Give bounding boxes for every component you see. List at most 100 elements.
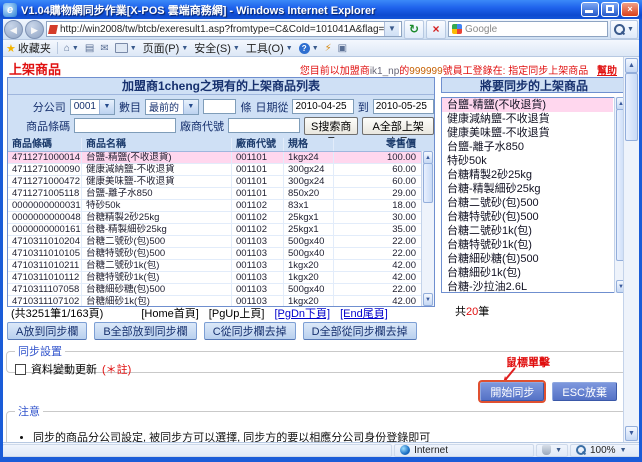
address-dropdown-icon[interactable]: ▼ bbox=[384, 22, 399, 36]
close-button[interactable]: × bbox=[621, 2, 639, 17]
table-cell: 60.00 bbox=[334, 164, 421, 175]
list-item[interactable]: 台糖-沙拉油2.6L bbox=[442, 280, 613, 293]
ie-logo-icon: e bbox=[3, 3, 17, 17]
list-item[interactable]: 台糖精製2砂25kg bbox=[442, 168, 613, 182]
table-row[interactable]: 0000000000031特砂50k00110283x118.00 bbox=[8, 200, 434, 212]
refresh-button[interactable]: ↻ bbox=[404, 20, 424, 39]
all-products-button[interactable]: A全部上架商品 bbox=[362, 117, 434, 135]
branch-select[interactable]: 0001▼ bbox=[70, 99, 115, 115]
home-button[interactable]: ⌂▼ bbox=[64, 43, 79, 54]
table-row[interactable]: 0000000000161台糖-精製細砂25kg00110225kgx135.0… bbox=[8, 224, 434, 236]
count-input[interactable] bbox=[203, 99, 237, 114]
list-item[interactable]: 台鹽-精鹽(不收退貨) bbox=[442, 98, 613, 112]
table-row[interactable]: 4710311010204台糖二號砂(包)500001103500gx4022.… bbox=[8, 236, 434, 248]
table-row[interactable]: 4711271000090健康減納鹽-不收退貨001101300gx2460.0… bbox=[8, 164, 434, 176]
table-cell: 500gx40 bbox=[284, 236, 334, 247]
help-menu[interactable]: ?▼ bbox=[299, 43, 319, 54]
record-summary: (共3251筆1/163頁) bbox=[11, 305, 103, 321]
protected-mode-indicator[interactable]: ▼ bbox=[536, 444, 568, 457]
scroll-up-icon[interactable]: ▲ bbox=[625, 58, 638, 73]
page-scrollbar[interactable]: ▲ ▼ bbox=[623, 57, 639, 442]
stop-button[interactable]: × bbox=[426, 20, 446, 39]
table-row[interactable]: 4710311010112台糖特號砂1k(包)0011031kgx2042.00 bbox=[8, 272, 434, 284]
date-from-input[interactable]: 2010-04-25 bbox=[292, 99, 353, 114]
help-link[interactable]: 幫助 bbox=[597, 66, 617, 77]
list-item[interactable]: 台糖特號砂(包)500 bbox=[442, 210, 613, 224]
mail-button[interactable]: ✉ bbox=[100, 43, 108, 54]
count-select[interactable]: 最前的▼ bbox=[145, 99, 199, 115]
page-menu[interactable]: 页面(P)▼ bbox=[143, 40, 189, 56]
table-row[interactable]: 4710311010211台糖二號砂1k(包)0011031kgx2042.00 bbox=[8, 260, 434, 272]
product-list-title: 加盟商1cheng之現有的上架商品列表 bbox=[8, 78, 434, 95]
search-box[interactable]: Google bbox=[448, 21, 608, 37]
start-sync-button[interactable]: 開始同步 bbox=[480, 382, 544, 401]
sync-action-button[interactable]: A放到同步欄 bbox=[7, 322, 87, 340]
zoom-control[interactable]: 100% ▼ bbox=[570, 444, 642, 457]
table-cell: 健康減納鹽-不收退貨 bbox=[82, 164, 232, 175]
checkbox-label: 資料變動更新 bbox=[31, 361, 97, 377]
list-item[interactable]: 台糖二號砂(包)500 bbox=[442, 196, 613, 210]
mail-icon: ✉ bbox=[100, 43, 108, 54]
list-item[interactable]: 台糖細砂糖(包)500 bbox=[442, 252, 613, 266]
branch-label: 分公司 bbox=[33, 99, 66, 115]
safety-menu[interactable]: 安全(S)▼ bbox=[194, 40, 240, 56]
page-home[interactable]: [Home首頁] bbox=[141, 305, 198, 321]
data-update-checkbox[interactable] bbox=[15, 364, 26, 375]
vendor-input[interactable] bbox=[228, 118, 300, 133]
print-button[interactable]: ▼ bbox=[115, 43, 137, 53]
table-cell: 42.00 bbox=[334, 272, 421, 283]
scroll-down-icon[interactable]: ▼ bbox=[625, 426, 638, 441]
sync-action-button[interactable]: C從同步欄去掉 bbox=[204, 322, 296, 340]
table-cell: 001102 bbox=[232, 200, 284, 211]
scrollbar-thumb[interactable] bbox=[423, 163, 433, 203]
esc-cancel-button[interactable]: ESC放棄 bbox=[552, 382, 617, 401]
feeds-button[interactable]: ▤ bbox=[85, 43, 94, 54]
restore-button[interactable] bbox=[601, 2, 619, 17]
scrollbar-thumb[interactable] bbox=[625, 73, 638, 141]
list-item[interactable]: 台糖-精製細砂25kg bbox=[442, 182, 613, 196]
login-employee-no: 999999 bbox=[409, 66, 442, 77]
sync-action-button[interactable]: B全部放到同步欄 bbox=[94, 322, 196, 340]
search-dropdown-icon[interactable]: ▼ bbox=[627, 26, 634, 33]
table-row[interactable]: 0000000000048台糖精製2砂25kg00110225kgx130.00 bbox=[8, 212, 434, 224]
back-button[interactable]: ◀ bbox=[4, 20, 23, 39]
table-cell: 健康美味鹽-不收退貨 bbox=[82, 176, 232, 187]
extension-button-1[interactable]: ⚡ bbox=[325, 43, 332, 54]
barcode-label: 商品條碼 bbox=[26, 118, 70, 134]
table-cell: 台鹽-精鹽(不收退貨) bbox=[82, 152, 232, 163]
page-down-link[interactable]: [PgDn下頁] bbox=[274, 305, 330, 321]
search-button[interactable]: ▼ bbox=[610, 20, 638, 39]
list-item[interactable]: 台糖特號砂1k(包) bbox=[442, 238, 613, 252]
favorites-button[interactable]: ★ 收藏夹 bbox=[6, 40, 51, 56]
forward-button[interactable]: ▶ bbox=[25, 20, 44, 39]
list-item[interactable]: 健康美味鹽-不收退貨 bbox=[442, 126, 613, 140]
page-up[interactable]: [PgUp上頁] bbox=[209, 305, 265, 321]
list-item[interactable]: 健康減納鹽-不收退貨 bbox=[442, 112, 613, 126]
date-to-label: 到 bbox=[358, 99, 369, 115]
date-to-input[interactable]: 2010-05-25 bbox=[373, 99, 434, 114]
search-products-button[interactable]: S搜索商品 bbox=[304, 117, 358, 135]
globe-icon bbox=[400, 445, 410, 455]
table-row[interactable]: 4710311010105台糖特號砂(包)500001103500gx4022.… bbox=[8, 248, 434, 260]
list-item[interactable]: 台鹽-離子水850 bbox=[442, 140, 613, 154]
table-row[interactable]: 4711271000014台鹽-精鹽(不收退貨)0011011kgx24100.… bbox=[8, 152, 434, 164]
table-scrollbar[interactable]: ▲ ▼ bbox=[421, 151, 434, 306]
list-item[interactable]: 特砂50k bbox=[442, 154, 613, 168]
sync-action-button[interactable]: D全部從同步欄去掉 bbox=[303, 322, 417, 340]
table-row[interactable]: 4711271000472健康美味鹽-不收退貨001101300gx2460.0… bbox=[8, 176, 434, 188]
table-row[interactable]: 4711271005118台鹽-離子水850001101850x2029.00 bbox=[8, 188, 434, 200]
list-item[interactable]: 台糖細砂1k(包) bbox=[442, 266, 613, 280]
page-end-link[interactable]: [End尾頁] bbox=[340, 305, 388, 321]
minimize-button[interactable] bbox=[581, 2, 599, 17]
column-header: 廠商代號 bbox=[232, 138, 284, 151]
sync-settings-legend: 同步設置 bbox=[15, 343, 65, 359]
table-cell: 4710311010105 bbox=[8, 248, 82, 259]
list-item[interactable]: 台糖二號砂1k(包) bbox=[442, 224, 613, 238]
barcode-input[interactable] bbox=[74, 118, 176, 133]
table-row[interactable]: 4710311107058台糖細砂糖(包)500001103500gx4022.… bbox=[8, 284, 434, 296]
address-bar[interactable]: http://win2008/tw/btcb/exeresult1.asp?fr… bbox=[46, 21, 402, 37]
table-cell: 4711271000090 bbox=[8, 164, 82, 175]
tools-menu[interactable]: 工具(O)▼ bbox=[246, 40, 293, 56]
extension-button-2[interactable]: ▣ bbox=[338, 43, 347, 54]
table-cell: 001101 bbox=[232, 176, 284, 187]
